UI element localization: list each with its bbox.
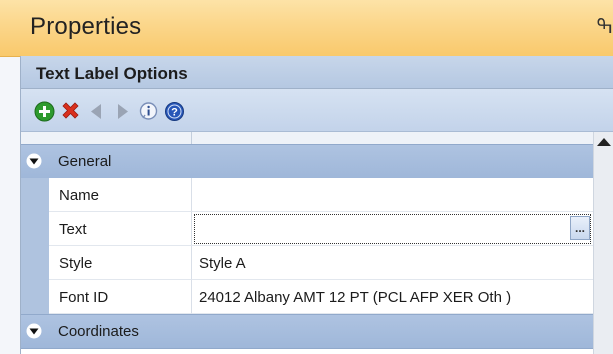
scroll-up-icon[interactable]	[597, 138, 611, 146]
pin-icon[interactable]: ߒ	[596, 14, 613, 38]
property-grid: General Name Text ... Style Style A Font…	[21, 132, 593, 354]
options-header: Text Label Options	[21, 56, 613, 89]
property-name: Text	[59, 221, 87, 238]
property-value: 24012 Albany AMT 12 PT (PCL AFP XER Oth …	[199, 289, 512, 306]
property-name-cell[interactable]: Name	[49, 178, 192, 212]
info-icon	[139, 101, 157, 120]
title-bar[interactable]: Properties ߒ	[0, 0, 613, 57]
help-icon: ?	[164, 101, 184, 121]
property-value-cell[interactable]: 24012 Albany AMT 12 PT (PCL AFP XER Oth …	[192, 280, 593, 314]
property-row-font-id[interactable]: Font ID 24012 Albany AMT 12 PT (PCL AFP …	[21, 280, 593, 314]
next-icon	[117, 103, 128, 119]
property-value-cell[interactable]: Style A	[192, 246, 593, 280]
property-row-text[interactable]: Text ...	[21, 212, 593, 246]
properties-content: Text Label Options ? General Name Text .…	[20, 56, 613, 354]
collapse-icon[interactable]	[26, 323, 42, 339]
info-button[interactable]	[137, 100, 159, 122]
delete-icon	[61, 101, 79, 119]
properties-panel: Properties ߒ Text Label Options ? Genera…	[0, 0, 613, 354]
row-gutter	[21, 280, 49, 314]
delete-button[interactable]	[59, 100, 81, 122]
category-label: General	[58, 153, 112, 170]
add-icon	[34, 101, 54, 121]
row-gutter	[21, 212, 49, 246]
property-name-cell[interactable]: Font ID	[49, 280, 192, 314]
next-button[interactable]	[111, 100, 133, 122]
property-row-style[interactable]: Style Style A	[21, 246, 593, 280]
panel-title: Properties	[30, 13, 142, 40]
ellipsis-button[interactable]: ...	[570, 216, 590, 240]
category-label: Coordinates	[58, 323, 139, 340]
previous-icon	[90, 103, 101, 119]
property-name: Style	[59, 255, 93, 272]
column-splitter[interactable]	[191, 132, 192, 144]
property-name: Name	[59, 187, 100, 204]
options-header-label: Text Label Options	[36, 64, 188, 83]
row-gutter	[21, 178, 49, 212]
svg-text:?: ?	[171, 106, 178, 118]
property-value: Style A	[199, 255, 246, 272]
category-general[interactable]: General	[21, 144, 593, 179]
text-value-input[interactable]: ...	[192, 212, 593, 246]
collapse-icon[interactable]	[26, 153, 42, 169]
property-row-name[interactable]: Name	[21, 178, 593, 212]
property-name-cell[interactable]: Style	[49, 246, 192, 280]
previous-button[interactable]	[85, 100, 107, 122]
vertical-scrollbar[interactable]	[593, 132, 613, 354]
property-name-cell[interactable]: Text	[49, 212, 192, 246]
help-button[interactable]: ?	[163, 100, 185, 122]
toolbar: ?	[21, 89, 613, 132]
row-gutter	[21, 246, 49, 280]
category-coordinates[interactable]: Coordinates	[21, 314, 593, 349]
property-value-cell[interactable]	[192, 178, 593, 212]
property-name: Font ID	[59, 289, 109, 306]
add-button[interactable]	[33, 100, 55, 122]
